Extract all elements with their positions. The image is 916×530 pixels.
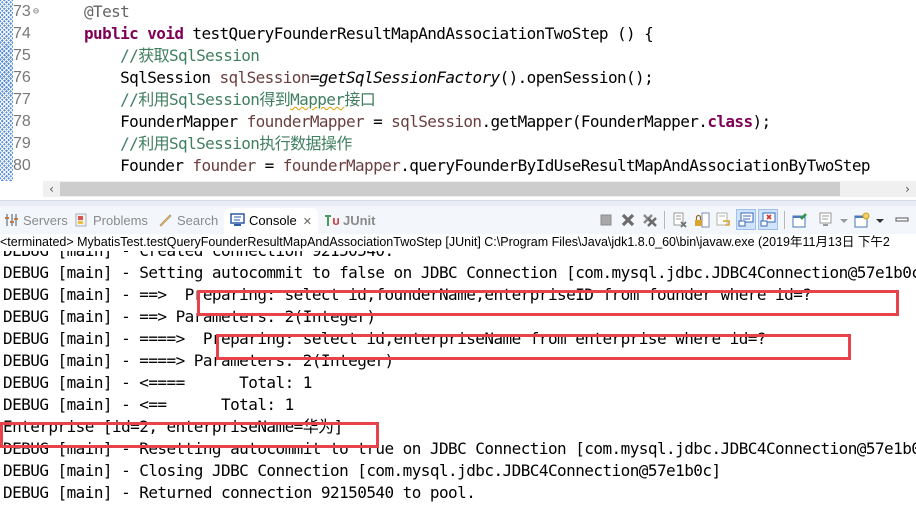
servers-icon bbox=[5, 214, 18, 226]
line-number: 74 bbox=[13, 25, 31, 42]
svg-text:U: U bbox=[332, 217, 339, 227]
code-token: ().openSession(); bbox=[499, 68, 654, 87]
line-number: 75 bbox=[13, 47, 31, 64]
line-number: 76 bbox=[13, 69, 31, 86]
remove-launch-icon[interactable] bbox=[620, 212, 636, 228]
code-token: //利用SqlSession得到 bbox=[84, 90, 291, 109]
line-number: 73 bbox=[13, 3, 31, 20]
tab-problems[interactable]: Problems bbox=[74, 208, 148, 234]
line-number: 79 bbox=[13, 135, 31, 152]
open-console-icon[interactable] bbox=[854, 212, 870, 228]
code-token: = bbox=[255, 156, 283, 175]
code-token: SqlSession bbox=[84, 68, 220, 87]
code-line[interactable]: public void testQueryFounderResultMapAnd… bbox=[84, 23, 654, 45]
scroll-right-icon[interactable]: › bbox=[899, 181, 916, 197]
tab-label: Problems bbox=[93, 213, 148, 228]
code-token: public bbox=[84, 24, 139, 43]
tab-console[interactable]: Console ✕ bbox=[224, 208, 318, 234]
view-tab-bar: Servers Problems Search Console ✕ U JUnit bbox=[0, 206, 916, 234]
code-line[interactable]: //利用SqlSession得到Mapper接口 bbox=[84, 89, 376, 111]
scroll-lock-icon[interactable] bbox=[694, 212, 710, 228]
code-token: founderMapper bbox=[282, 156, 401, 175]
highlight-box bbox=[0, 422, 379, 448]
show-on-stdout-icon[interactable] bbox=[738, 212, 754, 228]
junit-icon: U bbox=[325, 215, 339, 227]
search-icon bbox=[159, 214, 172, 227]
tab-label: Servers bbox=[23, 213, 68, 228]
code-token: = bbox=[364, 112, 392, 131]
code-token: founderMapper bbox=[246, 112, 365, 131]
code-token: void bbox=[147, 24, 184, 43]
chevron-down-icon[interactable] bbox=[836, 212, 852, 228]
console-icon bbox=[230, 213, 245, 226]
code-token: .queryFounderByIdUseResultMapAndAssociat… bbox=[400, 156, 870, 175]
code-token: FounderMapper bbox=[84, 112, 247, 131]
code-token: getSqlSessionFactory bbox=[318, 68, 500, 87]
line-number: 80 bbox=[13, 157, 31, 174]
console-line: DEBUG [main] - Setting autocommit to fal… bbox=[3, 263, 916, 282]
code-token: //利用SqlSession执行数据操作 bbox=[84, 134, 352, 153]
remove-all-terminated-icon[interactable] bbox=[642, 212, 658, 228]
fold-collapse-icon[interactable]: ⊖ bbox=[33, 6, 39, 17]
toolbar-separator bbox=[784, 211, 785, 229]
code-token: ); bbox=[752, 112, 771, 131]
code-line[interactable]: FounderMapper founderMapper = sqlSession… bbox=[84, 111, 771, 133]
close-tab-icon[interactable]: ✕ bbox=[303, 216, 312, 228]
code-token: sqlSession bbox=[391, 112, 482, 131]
change-ruler bbox=[0, 0, 13, 181]
minimize-icon[interactable] bbox=[894, 212, 910, 228]
code-token: Founder bbox=[84, 156, 193, 175]
word-wrap-icon[interactable] bbox=[716, 212, 732, 228]
code-token: sqlSession bbox=[219, 68, 311, 87]
clear-console-icon[interactable] bbox=[672, 212, 688, 228]
tab-search[interactable]: Search bbox=[158, 208, 218, 234]
problems-icon bbox=[75, 213, 87, 227]
code-token: Mapper bbox=[290, 90, 345, 109]
console-output[interactable]: DEBUG [main] - Created connection 921505… bbox=[0, 251, 916, 530]
code-line[interactable]: //利用SqlSession执行数据操作 bbox=[84, 133, 352, 155]
code-token: = bbox=[309, 68, 320, 87]
tab-label: Search bbox=[177, 213, 219, 228]
code-token: testQueryFounderResultMapAndAssociationT… bbox=[183, 24, 654, 43]
chevron-down-icon[interactable] bbox=[872, 212, 888, 228]
line-number: 77 bbox=[13, 91, 31, 108]
console-line: DEBUG [main] - Returned connection 92150… bbox=[3, 483, 476, 502]
console-line: DEBUG [main] - <== Total: 1 bbox=[3, 395, 294, 414]
code-line[interactable]: SqlSession sqlSession=getSqlSessionFacto… bbox=[84, 67, 654, 89]
highlight-box bbox=[197, 290, 899, 316]
code-token: .getMapper(FounderMapper. bbox=[481, 112, 708, 131]
tab-servers[interactable]: Servers bbox=[4, 208, 68, 234]
code-line[interactable]: @Test bbox=[84, 1, 130, 23]
code-token: @Test bbox=[84, 2, 130, 21]
tab-junit[interactable]: U JUnit bbox=[324, 208, 376, 234]
scrollbar-thumb[interactable] bbox=[60, 182, 840, 196]
toolbar-separator bbox=[664, 211, 665, 229]
code-token: //获取SqlSession bbox=[84, 46, 260, 65]
console-process-label: <terminated> MybatisTest.testQueryFounde… bbox=[0, 234, 916, 252]
show-on-stderr-icon[interactable] bbox=[760, 212, 776, 228]
terminate-icon[interactable] bbox=[598, 212, 614, 228]
editor-horizontal-scrollbar[interactable]: ‹ › bbox=[43, 181, 916, 197]
tab-label: Console bbox=[249, 213, 297, 228]
console-line: DEBUG [main] - <==== Total: 1 bbox=[3, 373, 312, 392]
console-line: DEBUG [main] - Closing JDBC Connection [… bbox=[3, 461, 721, 480]
code-line[interactable]: //获取SqlSession bbox=[84, 45, 260, 67]
pin-console-icon[interactable] bbox=[792, 212, 808, 228]
code-editor[interactable]: 73 ⊖ @Test 74 public void testQueryFounderRe… bbox=[0, 0, 916, 200]
code-token: 接口 bbox=[344, 90, 376, 109]
code-token: class bbox=[707, 112, 753, 131]
console-line: DEBUG [main] - Created connection 921505… bbox=[3, 251, 394, 262]
code-token: founder bbox=[192, 156, 256, 175]
tab-label: JUnit bbox=[343, 213, 376, 228]
highlight-box bbox=[216, 334, 851, 360]
display-console-icon[interactable] bbox=[818, 212, 834, 228]
scroll-left-icon[interactable]: ‹ bbox=[43, 181, 60, 197]
line-number: 78 bbox=[13, 113, 31, 130]
code-line[interactable]: Founder founder = founderMapper.queryFou… bbox=[84, 155, 870, 177]
